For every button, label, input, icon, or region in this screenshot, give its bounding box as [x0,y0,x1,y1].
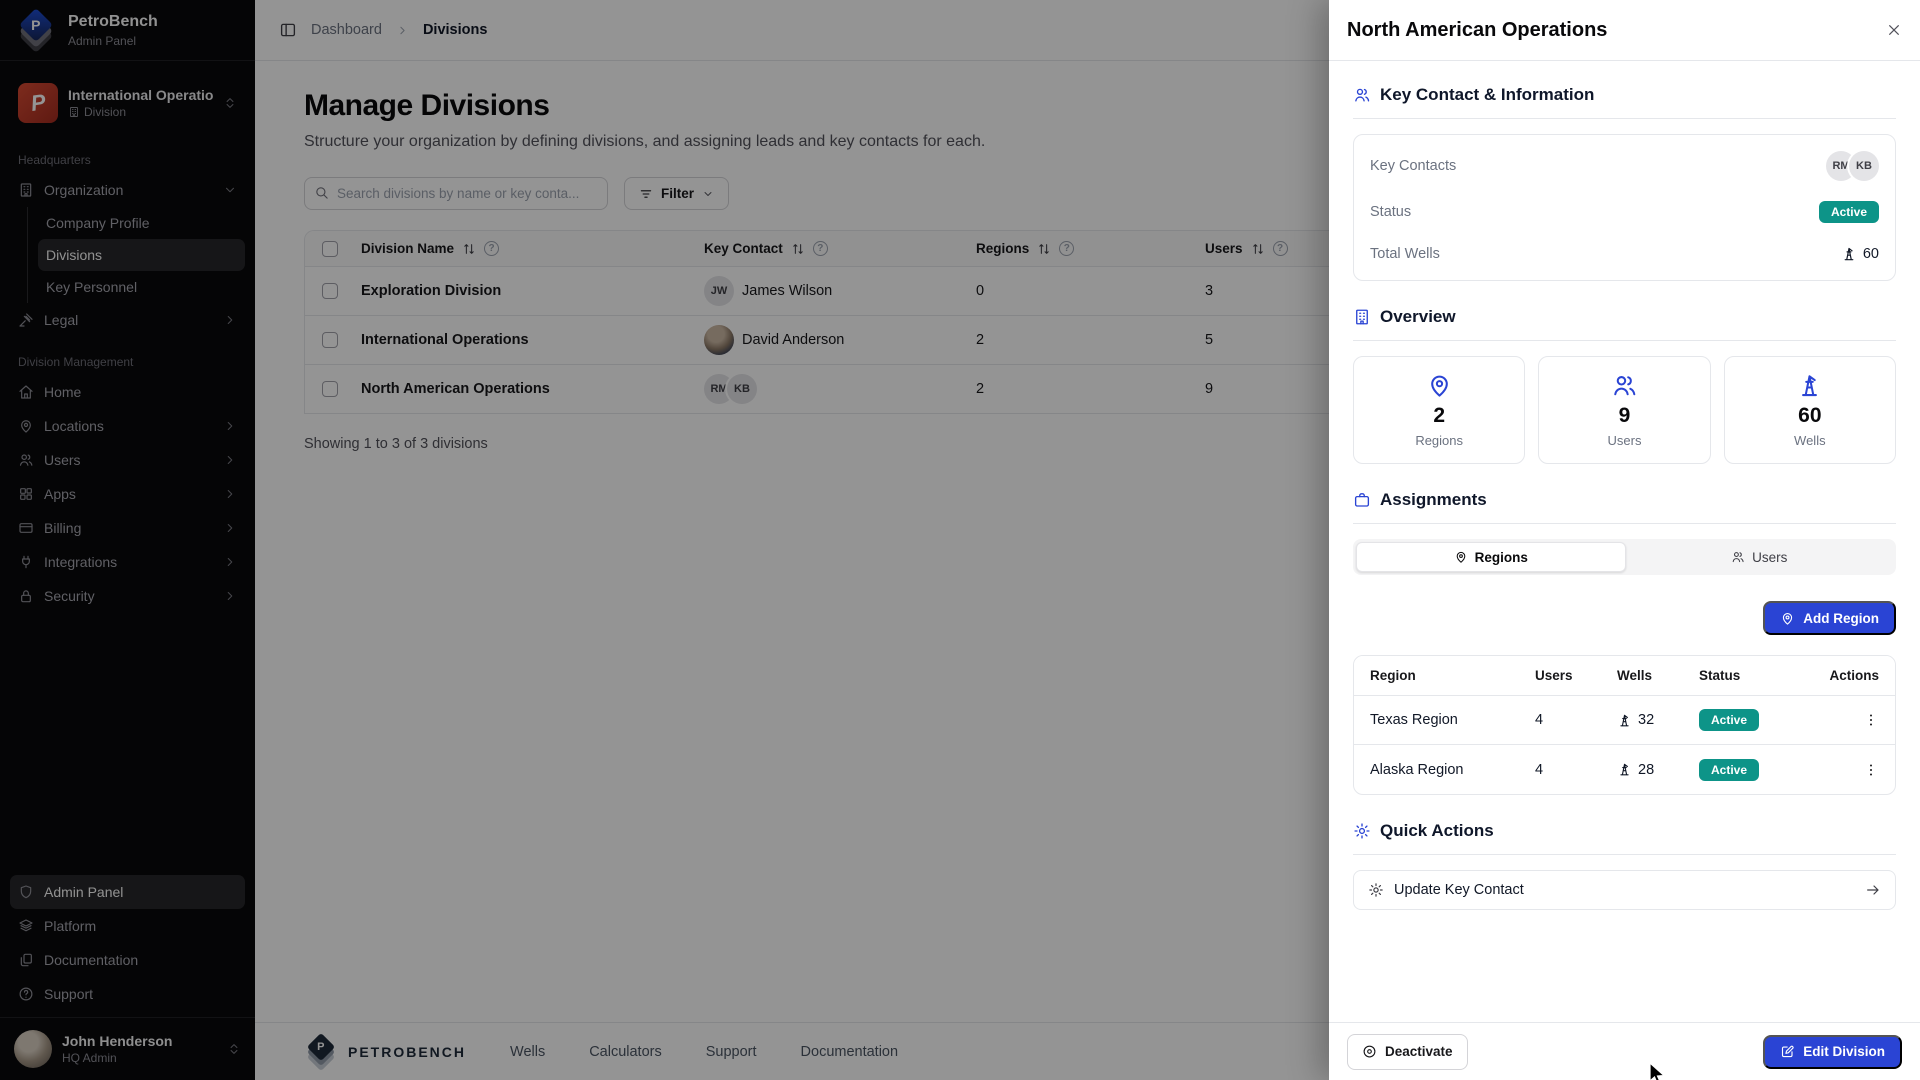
overview-stats: 2 Regions 9 Users 60 Wells [1353,356,1896,464]
assignments-tabs: Regions Users [1353,539,1896,575]
oil-derrick-icon [1617,762,1632,777]
add-region-button[interactable]: Add Region [1763,601,1896,635]
status-badge: Active [1699,759,1759,781]
users-icon [1611,372,1638,399]
users-icon [1353,86,1371,104]
status-badge: Active [1819,201,1879,223]
map-pin-icon [1426,372,1453,399]
briefcase-icon [1353,491,1371,509]
gear-icon [1368,882,1384,898]
deactivate-button[interactable]: Deactivate [1347,1034,1468,1070]
panel-header: North American Operations [1329,0,1920,61]
edit-icon [1780,1044,1795,1059]
deactivate-icon [1362,1044,1377,1059]
regions-table-header: Region Users Wells Status Actions [1354,656,1895,696]
users-icon [1731,550,1745,564]
row-actions-kebab-icon[interactable] [1863,712,1879,728]
section-overview: Overview [1353,307,1896,327]
building-icon [1353,308,1371,326]
key-contact-card: Key Contacts RM KB Status Active Total W… [1353,134,1896,281]
tab-regions[interactable]: Regions [1356,542,1626,572]
section-assignments: Assignments [1353,490,1896,510]
row-actions-kebab-icon[interactable] [1863,762,1879,778]
stat-card-regions: 2 Regions [1353,356,1525,464]
oil-derrick-icon [1617,713,1632,728]
panel-body: Key Contact & Information Key Contacts R… [1329,61,1920,1022]
panel-title: North American Operations [1347,19,1607,42]
region-row: Texas Region 4 32 Active [1354,696,1895,745]
stat-card-users: 9 Users [1538,356,1710,464]
stat-card-wells: 60 Wells [1724,356,1896,464]
oil-derrick-icon [1841,246,1857,262]
division-detail-panel: North American Operations Key Contact & … [1329,0,1920,1080]
tab-users[interactable]: Users [1626,542,1894,572]
panel-footer: Deactivate Edit Division [1329,1022,1920,1080]
close-icon[interactable] [1886,22,1902,38]
regions-table: Region Users Wells Status Actions Texas … [1353,655,1896,795]
status-badge: Active [1699,709,1759,731]
update-key-contact-action[interactable]: Update Key Contact [1353,870,1896,910]
arrow-right-icon [1865,882,1881,898]
info-row-contacts: Key Contacts RM KB [1354,141,1895,191]
map-pin-icon [1454,550,1468,564]
oil-derrick-icon [1796,372,1823,399]
info-row-status: Status Active [1354,191,1895,233]
map-pin-icon [1780,611,1795,626]
section-key-contact: Key Contact & Information [1353,85,1896,105]
key-contacts-avatars: RM KB [1826,151,1879,181]
app-root: P PetroBench Admin Panel P International… [0,0,1920,1080]
gear-icon [1353,822,1371,840]
info-row-total-wells: Total Wells 60 [1354,233,1895,274]
edit-division-button[interactable]: Edit Division [1763,1035,1902,1069]
section-quick-actions: Quick Actions [1353,821,1896,841]
region-row: Alaska Region 4 28 Active [1354,745,1895,794]
